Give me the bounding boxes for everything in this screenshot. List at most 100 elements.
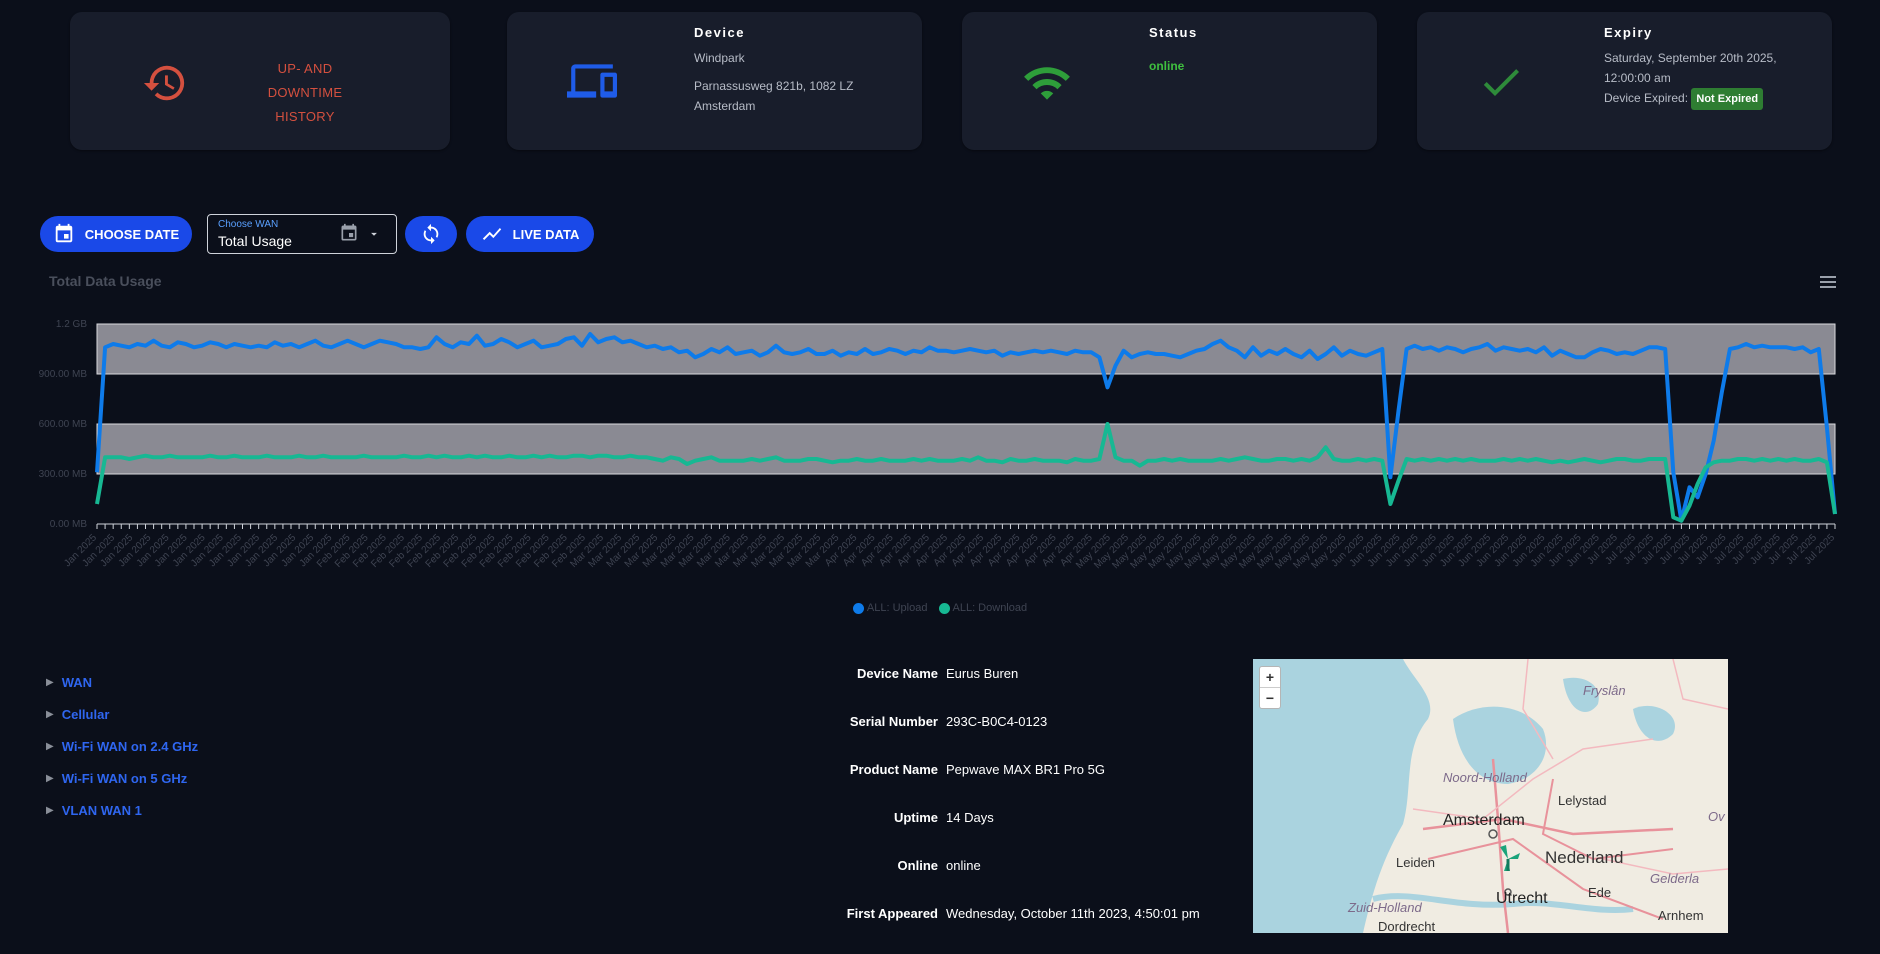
tree-item-wan[interactable]: ▶ WAN (46, 666, 198, 698)
status-card: Status online (962, 12, 1377, 150)
info-row-product-name: Product Name Pepwave MAX BR1 Pro 5G (760, 762, 1200, 810)
expand-icon: ▶ (46, 708, 54, 720)
wan-tree: ▶ WAN ▶ Cellular ▶ Wi-Fi WAN on 2.4 GHz ▶ Wi… (46, 666, 198, 826)
status-value: online (1149, 59, 1185, 73)
map-label-lelystad: Lelystad (1558, 793, 1606, 808)
info-row-first-appeared: First Appeared Wednesday, October 11th 20… (760, 906, 1200, 954)
expiry-card: Expiry Saturday, September 20th 2025, 12… (1417, 12, 1832, 150)
info-row-serial-number: Serial Number 293C-B0C4-0123 (760, 714, 1200, 762)
info-value: 293C-B0C4-0123 (946, 714, 1048, 729)
device-map[interactable]: Fryslân Noord-Holland Lelystad Amsterdam… (1253, 659, 1728, 933)
history-card[interactable]: UP- AND DOWNTIME HISTORY (70, 12, 450, 150)
zoom-out-button[interactable]: − (1260, 688, 1280, 708)
wan-select[interactable]: Choose WAN Total Usage (207, 214, 397, 254)
info-row-device-name: Device Name Eurus Buren (760, 666, 1200, 714)
y-tick-label: 600.00 MB (39, 419, 88, 430)
info-key: Product Name (849, 762, 938, 777)
refresh-button[interactable] (405, 216, 457, 252)
map-label-friesland: Fryslân (1583, 683, 1626, 698)
info-key: Device Name (857, 666, 938, 681)
wan-select-label: Choose WAN (218, 219, 279, 230)
history-label: UP- AND DOWNTIME HISTORY (240, 57, 370, 129)
map-label-leiden: Leiden (1396, 855, 1435, 870)
info-key: Online (897, 858, 938, 873)
trending-up-icon (482, 228, 501, 240)
tree-item-wifi-24[interactable]: ▶ Wi-Fi WAN on 2.4 GHz (46, 730, 198, 762)
chart-menu-icon[interactable] (1818, 274, 1840, 290)
live-data-label: LIVE DATA (512, 226, 580, 242)
device-title: Device (694, 25, 745, 40)
map-label-noord-holland: Noord-Holland (1443, 770, 1528, 785)
map-label-utrecht: Utrecht (1496, 890, 1548, 907)
wifi-icon (1024, 67, 1070, 100)
history-label-line1: UP- AND DOWNTIME (267, 61, 343, 100)
info-value: Wednesday, October 11th 2023, 4:50:01 pm (946, 906, 1200, 921)
info-key: First Appeared (846, 906, 938, 921)
live-data-button[interactable]: LIVE DATA (466, 216, 594, 252)
choose-date-button[interactable]: CHOOSE DATE (40, 216, 192, 252)
device-address-line1: Parnassusweg 821b, 1082 LZ (694, 79, 854, 93)
usage-chart: 0.00 MB 300.00 MB 600.00 MB 900.00 MB 1.2 GB… (39, 319, 1838, 571)
expiry-status-label: Device Expired: (1604, 91, 1689, 105)
wan-select-value: Total Usage (218, 233, 292, 249)
device-name: Windpark (694, 51, 745, 65)
tree-item-label: VLAN WAN 1 (61, 802, 142, 818)
chart-title: Total Data Usage (49, 273, 162, 289)
chart-legend: ALL: Upload ALL: Download (0, 602, 1880, 617)
info-value: 14 Days (946, 810, 994, 825)
calendar-icon (341, 223, 357, 241)
expand-icon: ▶ (46, 772, 54, 784)
calendar-icon (55, 223, 73, 243)
tree-item-label: Wi-Fi WAN on 5 GHz (61, 770, 188, 786)
y-tick-label: 0.00 MB (50, 519, 88, 530)
info-value: Pepwave MAX BR1 Pro 5G (946, 762, 1105, 777)
expand-icon: ▶ (46, 740, 54, 752)
tree-item-label: Wi-Fi WAN on 2.4 GHz (61, 738, 199, 754)
map-label-nederland: Nederland (1545, 848, 1623, 867)
map-label-ede: Ede (1588, 885, 1611, 900)
tree-item-label: Cellular (61, 706, 110, 722)
info-value: online (946, 858, 981, 873)
device-card: Device Windpark Parnassusweg 821b, 1082 … (507, 12, 922, 150)
legend-download-label: ALL: Download (952, 602, 1028, 614)
map-tiles: Fryslân Noord-Holland Lelystad Amsterdam… (1347, 659, 1728, 933)
tree-item-label: WAN (61, 674, 93, 690)
legend-upload-label: ALL: Upload (866, 602, 928, 614)
y-tick-label: 300.00 MB (39, 469, 88, 480)
info-row-online: Online online (760, 858, 1200, 906)
legend-item-download[interactable]: ALL: Download (938, 602, 1028, 614)
map-label-zuid-holland: Zuid-Holland (1347, 900, 1422, 915)
expand-icon: ▶ (46, 676, 54, 688)
map-label-gelderland: Gelderla (1650, 871, 1699, 886)
tree-item-cellular[interactable]: ▶ Cellular (46, 698, 198, 730)
zoom-in-button[interactable]: + (1260, 667, 1280, 688)
device-info: Device Name Eurus Buren Serial Number 293C… (760, 666, 1200, 954)
info-key: Serial Number (849, 714, 938, 729)
map-zoom-control: + − (1259, 666, 1281, 709)
expand-icon: ▶ (46, 804, 54, 816)
expiry-date-line2: 12:00:00 am (1604, 71, 1671, 85)
map-label-amsterdam: Amsterdam (1443, 812, 1525, 829)
y-tick-label: 900.00 MB (39, 369, 88, 380)
device-address: Parnassusweg 821b, 1082 LZ Amsterdam (694, 76, 853, 116)
legend-item-upload[interactable]: ALL: Upload (852, 602, 928, 614)
chart-band-0 (96, 423, 1836, 475)
info-value: Eurus Buren (946, 666, 1019, 681)
info-key: Uptime (893, 810, 938, 825)
expiry-status: Device Expired: Not Expired (1604, 88, 1764, 110)
not-expired-badge: Not Expired (1691, 88, 1764, 110)
status-title: Status (1149, 25, 1198, 40)
tree-item-vlan-wan[interactable]: ▶ VLAN WAN 1 (46, 794, 198, 826)
choose-date-label: CHOOSE DATE (84, 226, 180, 242)
info-row-uptime: Uptime 14 Days (760, 810, 1200, 858)
history-icon (143, 65, 185, 101)
expiry-date: Saturday, September 20th 2025, 12:00:00 … (1604, 48, 1777, 88)
chevron-down-icon (371, 232, 377, 236)
map-label-arnhem: Arnhem (1658, 908, 1704, 923)
y-tick-label: 1.2 GB (56, 319, 87, 330)
device-address-line2: Amsterdam (694, 99, 756, 113)
map-label-dordrecht: Dordrecht (1378, 919, 1435, 933)
map-label-ov: Ov (1708, 809, 1726, 824)
expiry-title: Expiry (1604, 25, 1653, 40)
tree-item-wifi-5[interactable]: ▶ Wi-Fi WAN on 5 GHz (46, 762, 198, 794)
